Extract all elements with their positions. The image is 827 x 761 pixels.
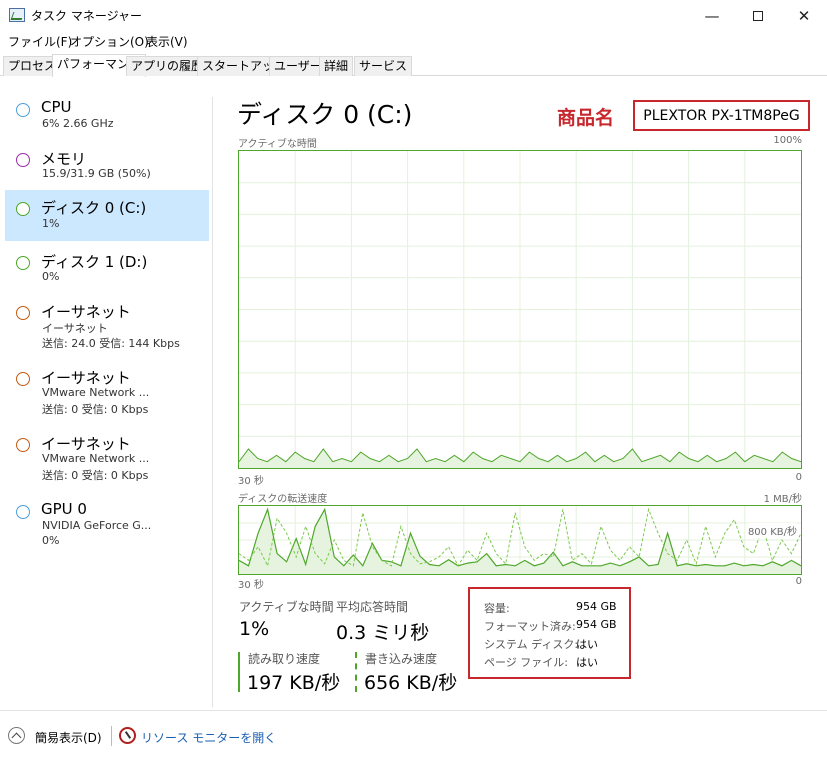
sidebar-item-cpu[interactable]: CPU 6% 2.66 GHz — [5, 95, 209, 139]
sidebar-item-detail: VMware Network ... — [42, 386, 150, 399]
sidebar-item-detail: 0% — [42, 270, 60, 283]
capacity-label: 容量: — [484, 602, 510, 615]
transfer-chart-svg — [239, 506, 801, 574]
active-time-chart-min: 0 — [795, 472, 802, 483]
sidebar-item-disk-1[interactable]: ディスク 1 (D:) 0% — [5, 248, 209, 292]
disk-indicator-icon — [16, 256, 30, 270]
active-time-value: 1% — [239, 618, 270, 640]
sidebar-item-disk-0[interactable]: ディスク 0 (C:) 1% — [5, 190, 209, 241]
tab-services[interactable]: サービス — [354, 56, 413, 76]
active-time-chart-label: アクティブな時間 — [238, 139, 317, 150]
model-name: PLEXTOR PX-1TM8PeG — [643, 107, 800, 124]
sidebar-item-gpu-0[interactable]: GPU 0 NVIDIA GeForce G... 0% — [5, 497, 209, 555]
sidebar-item-utilization: 0% — [42, 534, 60, 547]
close-button[interactable]: ✕ — [781, 0, 827, 31]
sidebar-item-detail: NVIDIA GeForce G... — [42, 519, 152, 532]
gpu-indicator-icon — [16, 505, 30, 519]
title-bar[interactable]: タスク マネージャー — ✕ — [0, 0, 827, 31]
active-time-chart — [238, 150, 802, 469]
write-speed-value: 656 KB/秒 — [364, 672, 458, 694]
maximize-button[interactable] — [735, 0, 781, 31]
model-label: 商品名 — [557, 107, 615, 129]
minimize-button[interactable]: — — [689, 0, 735, 31]
chevron-up-icon[interactable] — [8, 727, 25, 744]
response-time-label: 平均応答時間 — [336, 600, 409, 614]
active-time-chart-time: 30 秒 — [238, 476, 264, 487]
read-speed-label: 読み取り速度 — [248, 652, 321, 666]
memory-indicator-icon — [16, 153, 30, 167]
menu-file[interactable]: ファイル(F) — [8, 33, 72, 50]
formatted-value: 954 GB — [576, 618, 617, 631]
window-title: タスク マネージャー — [31, 9, 142, 23]
sidebar-item-title: ディスク 0 (C:) — [41, 199, 147, 217]
write-speed-legend-bar — [355, 652, 357, 692]
read-speed-legend-bar — [238, 652, 240, 692]
transfer-chart-max: 1 MB/秒 — [763, 494, 802, 505]
transfer-chart-time: 30 秒 — [238, 580, 264, 591]
resource-monitor-icon[interactable] — [119, 727, 136, 744]
system-disk-value: はい — [576, 638, 598, 651]
disk-indicator-icon — [16, 202, 30, 216]
page-file-value: はい — [576, 656, 598, 669]
ethernet-indicator-icon — [16, 438, 30, 452]
ethernet-indicator-icon — [16, 306, 30, 320]
close-icon: ✕ — [797, 6, 811, 25]
sidebar-item-title: GPU 0 — [41, 500, 87, 518]
page-title: ディスク 0 (C:) — [237, 100, 413, 129]
sidebar-item-title: イーサネット — [41, 303, 131, 321]
sidebar-item-title: ディスク 1 (D:) — [41, 253, 148, 271]
fewer-details-button[interactable]: 簡易表示(D) — [35, 729, 102, 746]
footer-separator — [111, 726, 112, 746]
tab-bar: プロセス パフォーマンス アプリの履歴 スタートアップ ユーザー 詳細 サービス — [0, 54, 827, 77]
sidebar-item-ethernet-2[interactable]: イーサネット VMware Network ... 送信: 0 受信: 0 Kb… — [5, 364, 209, 422]
sidebar-item-throughput: 送信: 0 受信: 0 Kbps — [42, 469, 149, 482]
task-manager-icon — [9, 8, 25, 22]
sidebar-item-title: イーサネット — [41, 369, 131, 387]
sidebar-item-detail: 15.9/31.9 GB (50%) — [42, 167, 151, 180]
tab-details[interactable]: 詳細 — [319, 56, 354, 76]
tab-app-history[interactable]: アプリの履歴 — [126, 56, 209, 76]
formatted-label: フォーマット済み: — [484, 620, 576, 633]
transfer-chart-min: 0 — [795, 576, 802, 587]
transfer-chart-label: ディスクの転送速度 — [238, 494, 328, 505]
menu-options[interactable]: オプション(O) — [70, 33, 149, 50]
sidebar-item-detail: 6% 2.66 GHz — [42, 117, 114, 130]
resource-sidebar: CPU 6% 2.66 GHz メモリ 15.9/31.9 GB (50%) デ… — [0, 77, 212, 709]
minimize-icon: — — [704, 6, 720, 25]
sidebar-item-detail: 1% — [42, 217, 60, 230]
active-time-label: アクティブな時間 — [239, 600, 334, 614]
system-disk-label: システム ディスク: — [484, 638, 579, 651]
read-speed-value: 197 KB/秒 — [247, 672, 341, 694]
maximize-icon — [753, 10, 763, 21]
model-name-box: PLEXTOR PX-1TM8PeG — [633, 100, 810, 131]
sidebar-item-ethernet-3[interactable]: イーサネット VMware Network ... 送信: 0 受信: 0 Kb… — [5, 430, 209, 488]
capacity-value: 954 GB — [576, 600, 617, 613]
active-time-chart-max: 100% — [773, 135, 802, 146]
transfer-chart-scale: 800 KB/秒 — [747, 523, 797, 538]
sidebar-item-title: CPU — [41, 98, 72, 116]
ethernet-indicator-icon — [16, 372, 30, 386]
menu-bar: ファイル(F) オプション(O) 表示(V) — [0, 31, 827, 51]
footer-bar: 簡易表示(D) リソース モニターを開く — [0, 710, 827, 761]
sidebar-item-detail: VMware Network ... — [42, 452, 150, 465]
transfer-chart: 800 KB/秒 — [238, 505, 802, 575]
sidebar-item-throughput: 送信: 0 受信: 0 Kbps — [42, 403, 149, 416]
cpu-indicator-icon — [16, 103, 30, 117]
sidebar-item-title: イーサネット — [41, 435, 131, 453]
page-file-label: ページ ファイル: — [484, 656, 568, 669]
sidebar-item-throughput: 送信: 24.0 受信: 144 Kbps — [42, 337, 180, 350]
sidebar-item-detail: イーサネット — [42, 322, 108, 335]
sidebar-item-ethernet-1[interactable]: イーサネット イーサネット 送信: 24.0 受信: 144 Kbps — [5, 298, 209, 356]
active-time-chart-svg — [239, 151, 801, 468]
resource-monitor-link[interactable]: リソース モニターを開く — [141, 729, 276, 746]
sidebar-item-memory[interactable]: メモリ 15.9/31.9 GB (50%) — [5, 145, 209, 189]
menu-view[interactable]: 表示(V) — [146, 33, 188, 50]
sidebar-divider — [212, 97, 213, 707]
write-speed-label: 書き込み速度 — [365, 652, 438, 666]
response-time-value: 0.3 ミリ秒 — [336, 622, 430, 644]
sidebar-item-title: メモリ — [41, 150, 87, 168]
